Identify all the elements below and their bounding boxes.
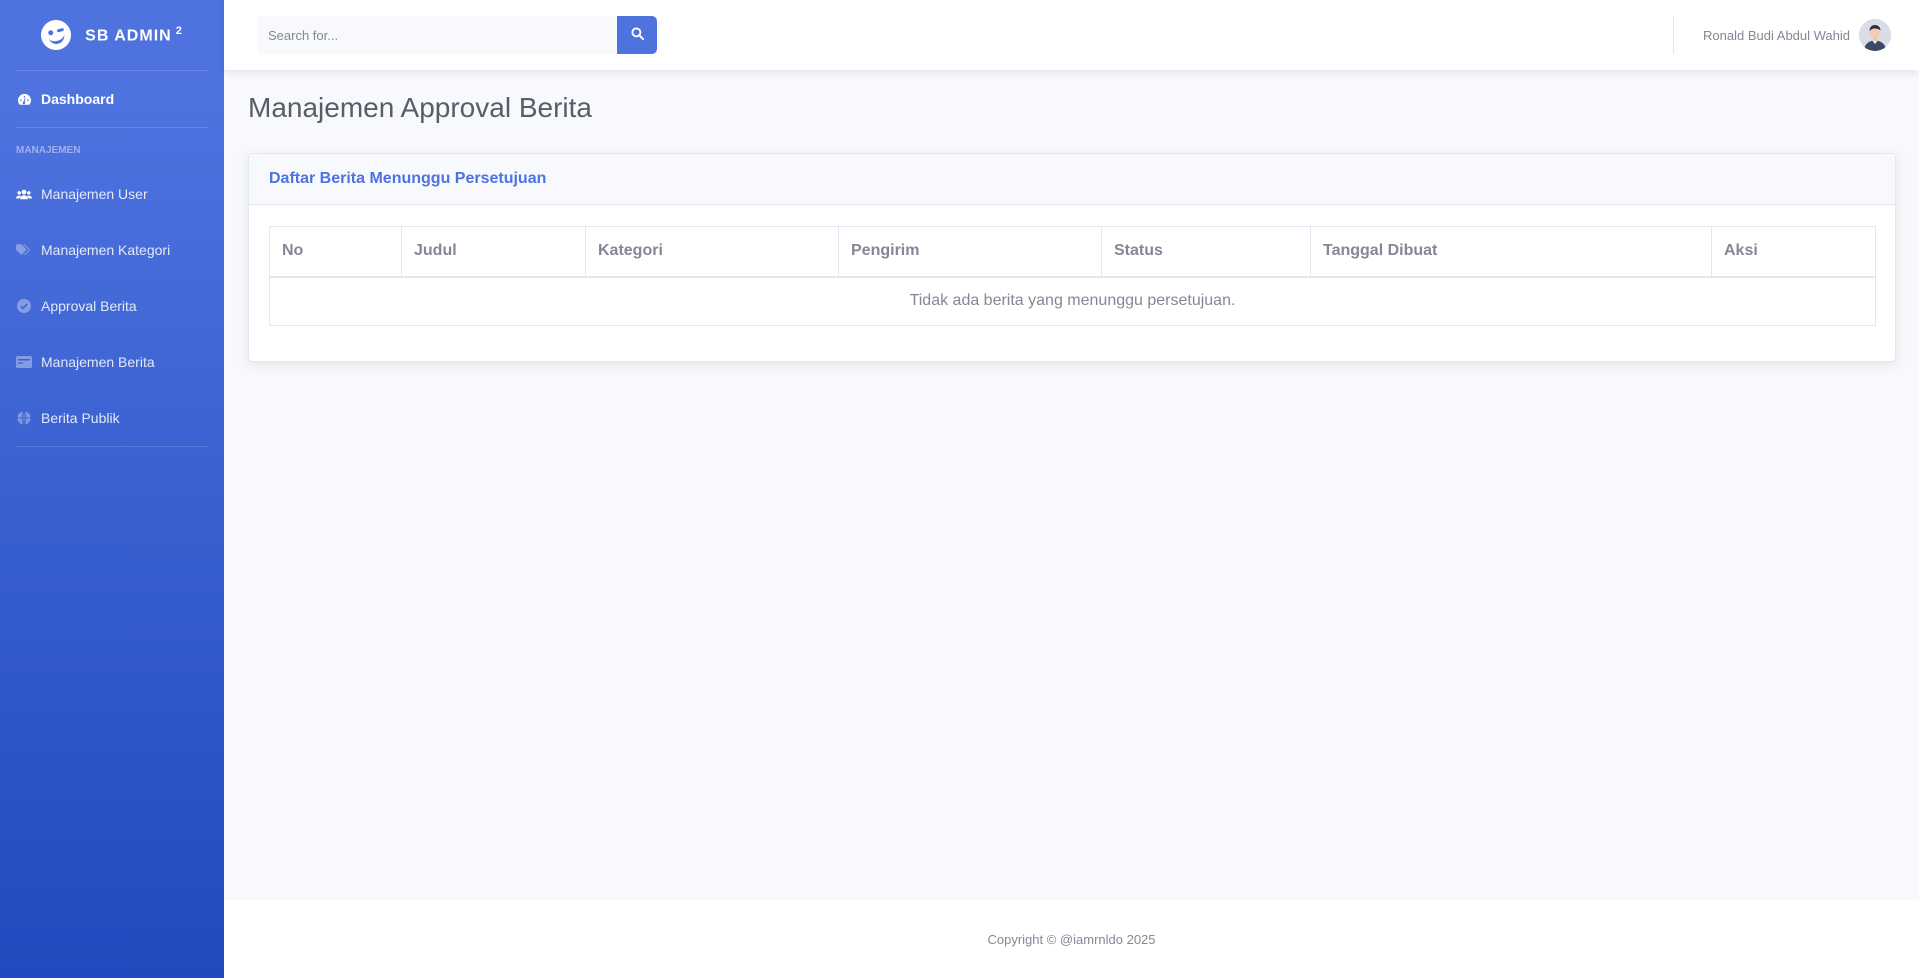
check-circle-icon	[16, 299, 32, 313]
column-header-kategori: Kategori	[585, 226, 839, 278]
brand-name: SB ADMIN	[85, 27, 172, 45]
footer: Copyright © @iamrnldo 2025	[224, 900, 1919, 978]
newspaper-icon	[16, 355, 32, 369]
sidebar-item-label: Berita Publik	[41, 410, 120, 426]
search-input[interactable]	[257, 16, 617, 54]
column-header-aksi: Aksi	[1711, 226, 1876, 278]
sidebar-heading: MANAJEMEN	[16, 145, 81, 156]
brand-sup: 2	[175, 24, 183, 37]
sidebar-item-label: Approval Berita	[41, 298, 137, 314]
sidebar-item-label: Manajemen Kategori	[41, 242, 171, 258]
approval-table: No Judul Kategori Pengirim Status Tangga…	[269, 226, 1876, 326]
sidebar-item-dashboard[interactable]: Dashboard	[0, 71, 224, 127]
sidebar-brand[interactable]: SB ADMIN 2	[0, 0, 224, 70]
globe-icon	[16, 411, 32, 425]
sidebar-item-label: Manajemen User	[41, 186, 148, 202]
sidebar-item-label: Manajemen Berita	[41, 354, 155, 370]
sidebar-item-approval-berita[interactable]: Approval Berita	[0, 278, 224, 334]
card-title: Daftar Berita Menunggu Persetujuan	[269, 170, 547, 187]
avatar	[1859, 19, 1891, 51]
sidebar-item-manajemen-berita[interactable]: Manajemen Berita	[0, 334, 224, 390]
topbar-divider	[1673, 16, 1674, 54]
tags-icon	[16, 243, 32, 257]
sidebar-item-manajemen-user[interactable]: Manajemen User	[0, 166, 224, 222]
laugh-wink-icon	[37, 16, 75, 54]
column-header-status: Status	[1101, 226, 1311, 278]
column-header-no: No	[269, 226, 402, 278]
sidebar-item-label: Dashboard	[41, 91, 115, 107]
user-dropdown[interactable]: Ronald Budi Abdul Wahid	[1703, 19, 1891, 51]
user-name: Ronald Budi Abdul Wahid	[1703, 27, 1850, 43]
table-row: Tidak ada berita yang menunggu persetuju…	[269, 276, 1876, 326]
sidebar: SB ADMIN 2 Dashboard MANAJEMEN Manajemen …	[0, 0, 224, 978]
users-icon	[16, 187, 32, 201]
column-header-judul: Judul	[401, 226, 586, 278]
column-header-pengirim: Pengirim	[838, 226, 1102, 278]
card-header: Daftar Berita Menunggu Persetujuan	[249, 154, 1895, 205]
copyright-text: Copyright © @iamrnldo 2025	[987, 931, 1156, 947]
tachometer-icon	[16, 92, 32, 106]
empty-message: Tidak ada berita yang menunggu persetuju…	[269, 276, 1876, 326]
column-header-tanggal-dibuat: Tanggal Dibuat	[1310, 226, 1712, 278]
search-button[interactable]	[617, 16, 657, 54]
search-form	[257, 16, 657, 54]
sidebar-item-manajemen-kategori[interactable]: Manajemen Kategori	[0, 222, 224, 278]
sidebar-divider	[16, 446, 208, 447]
sidebar-item-berita-publik[interactable]: Berita Publik	[0, 390, 224, 446]
topbar: Ronald Budi Abdul Wahid	[224, 0, 1919, 70]
table-header-row: No Judul Kategori Pengirim Status Tangga…	[269, 226, 1876, 278]
search-icon	[630, 27, 644, 43]
brand-text: SB ADMIN 2	[85, 25, 183, 45]
approval-card: Daftar Berita Menunggu Persetujuan No Ju…	[248, 153, 1896, 362]
page-title: Manajemen Approval Berita	[248, 92, 592, 123]
